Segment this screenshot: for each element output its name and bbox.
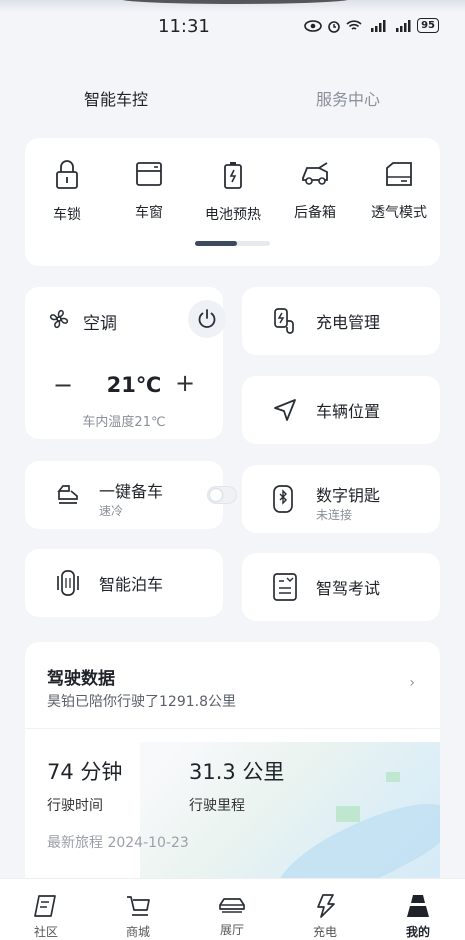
page-indicator-active <box>195 241 237 246</box>
battery-icon <box>224 162 242 189</box>
nav-mall[interactable]: 商城 <box>108 893 168 940</box>
trunk-icon <box>302 162 328 185</box>
one-key-prep-card[interactable]: 一键备车 速冷 <box>25 461 237 529</box>
digital-key-title: 数字钥匙 <box>316 486 381 505</box>
driving-distance-value: 31.3 公里 <box>189 760 285 784</box>
lock-label: 车锁 <box>53 207 81 223</box>
one-key-prep-subtitle: 速冷 <box>99 504 124 518</box>
battery-indicator: 95 <box>417 18 439 33</box>
community-icon <box>34 895 56 917</box>
smart-parking-card[interactable]: 智能泊车 <box>25 549 223 617</box>
battery-preheat-label: 电池预热 <box>205 207 261 223</box>
driving-data-title: 驾驶数据 <box>47 669 115 689</box>
page-indicator <box>195 241 270 246</box>
one-key-prep-title: 一键备车 <box>99 482 164 501</box>
vent-mode-label: 透气模式 <box>371 205 427 221</box>
driving-distance-label: 行驶里程 <box>189 798 245 814</box>
driving-data-subtitle: 昊铂已陪你行驶了1291.8公里 <box>47 694 236 710</box>
lock-icon <box>56 160 78 189</box>
wifi-icon <box>346 19 362 30</box>
vehicle-location-card[interactable]: 车辆位置 <box>242 376 440 444</box>
nav-mine[interactable]: 我的 <box>388 893 448 940</box>
ac-title: 空调 <box>83 314 117 334</box>
trunk-label: 后备箱 <box>294 205 336 221</box>
status-time: 11:31 <box>158 16 210 37</box>
digital-key-card[interactable]: 数字钥匙 未连接 <box>242 465 440 533</box>
nav-charging[interactable]: 充电 <box>295 893 355 940</box>
charge-icon <box>274 308 294 334</box>
digital-key-subtitle: 未连接 <box>316 508 353 522</box>
driving-data-card[interactable]: 驾驶数据 昊铂已陪你行驶了1291.8公里 › 74 分钟 31.3 公里 行驶… <box>25 642 440 892</box>
signal-icon-2 <box>396 19 411 32</box>
battery-preheat-control[interactable]: 电池预热 <box>193 160 273 224</box>
signal-icon-1 <box>371 19 386 32</box>
parking-icon <box>57 570 79 596</box>
map-park-block <box>336 806 360 822</box>
bottom-navigation: 社区 商城 展厅 充电 我的 <box>0 878 465 940</box>
navigation-icon <box>274 399 296 421</box>
window-icon <box>136 162 162 186</box>
top-tabs: 智能车控 服务中心 <box>0 86 465 114</box>
toggle-knob <box>210 489 222 501</box>
ac-power-button[interactable] <box>188 300 226 338</box>
driving-exam-label: 智驾考试 <box>316 579 381 598</box>
one-key-prep-toggle[interactable] <box>207 486 237 504</box>
map-park-block <box>386 772 400 782</box>
temp-decrease-button[interactable]: − <box>53 371 73 399</box>
driving-exam-card[interactable]: 智驾考试 <box>242 553 440 621</box>
nav-showroom-label: 展厅 <box>219 923 244 937</box>
driving-time-label: 行驶时间 <box>47 798 103 814</box>
window-label: 车窗 <box>135 205 163 221</box>
charge-management-label: 充电管理 <box>316 313 381 332</box>
quick-controls-card: 车锁 车窗 电池预热 后备箱 透气模式 <box>25 138 440 266</box>
car-seat-icon <box>57 485 78 504</box>
tab-service-center[interactable]: 服务中心 <box>316 86 380 110</box>
status-bar: 11:31 95 <box>0 14 465 42</box>
tab-vehicle-control[interactable]: 智能车控 <box>84 86 148 110</box>
exam-icon <box>273 573 297 601</box>
bolt-icon <box>317 894 335 918</box>
cart-icon <box>127 896 150 916</box>
latest-trip: 最新旅程 2024-10-23 <box>47 835 189 851</box>
power-icon <box>198 309 216 328</box>
car-icon <box>219 898 245 913</box>
nav-charging-label: 充电 <box>312 925 337 939</box>
vent-mode-control[interactable]: 透气模式 <box>359 160 439 222</box>
window-control[interactable]: 车窗 <box>109 160 189 222</box>
nav-showroom[interactable]: 展厅 <box>202 893 262 938</box>
chevron-right-icon[interactable]: › <box>409 675 415 691</box>
trunk-control[interactable]: 后备箱 <box>275 160 355 222</box>
divider <box>25 728 440 729</box>
ac-temperature: 21℃ <box>106 373 162 397</box>
inside-temperature: 车内温度21℃ <box>82 415 166 430</box>
bluetooth-key-icon <box>273 485 293 513</box>
air-conditioning-card[interactable]: 空调 − 21℃ + 车内温度21℃ <box>25 287 226 439</box>
nav-community[interactable]: 社区 <box>16 893 76 940</box>
profile-icon <box>407 895 429 917</box>
nav-mall-label: 商城 <box>125 925 150 939</box>
temp-increase-button[interactable]: + <box>175 369 195 397</box>
nav-mine-label: 我的 <box>405 925 430 939</box>
alarm-icon <box>328 20 340 33</box>
eye-icon <box>304 19 322 32</box>
charge-management-card[interactable]: 充电管理 <box>242 287 440 355</box>
lock-control[interactable]: 车锁 <box>27 160 107 224</box>
vent-icon <box>386 162 412 186</box>
driving-time-value: 74 分钟 <box>47 760 123 784</box>
smart-parking-label: 智能泊车 <box>99 575 164 594</box>
status-icons: 95 <box>304 18 439 33</box>
fan-icon <box>49 309 69 329</box>
nav-community-label: 社区 <box>33 925 58 939</box>
vehicle-location-label: 车辆位置 <box>316 402 381 421</box>
